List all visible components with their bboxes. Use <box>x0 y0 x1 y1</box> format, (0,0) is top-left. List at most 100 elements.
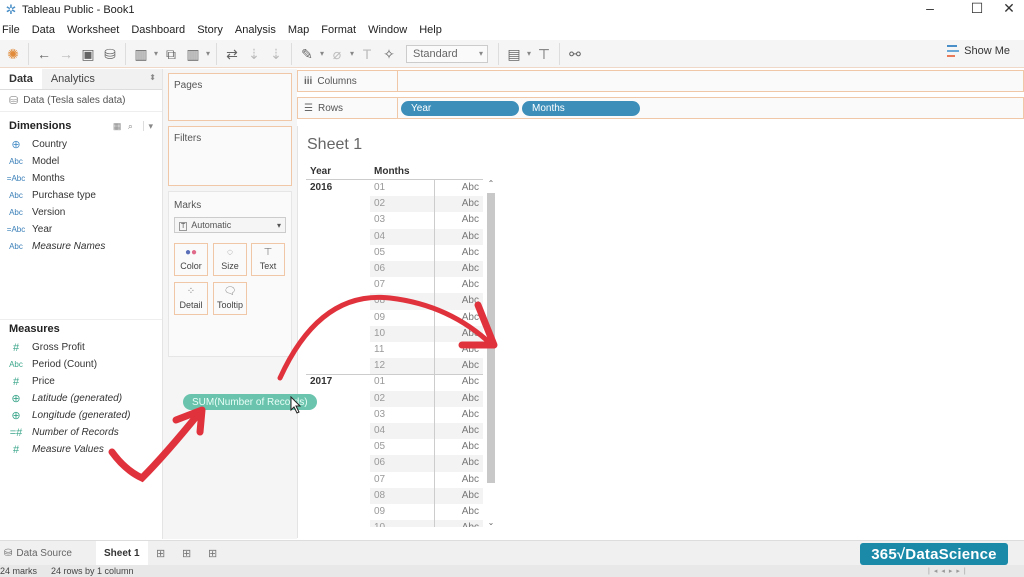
value-cell[interactable]: Abc <box>434 520 483 527</box>
year-column-header[interactable]: Year <box>310 166 331 177</box>
table-row[interactable]: 06 Abc <box>306 455 483 472</box>
value-cell[interactable]: Abc <box>434 277 483 294</box>
year-cell[interactable]: 2017 <box>310 376 332 387</box>
group-dropdown-icon[interactable]: ▾ <box>348 49 356 58</box>
value-cell[interactable]: Abc <box>434 261 483 278</box>
month-cell[interactable]: 08 <box>370 487 434 504</box>
menu-window[interactable]: Window <box>366 24 407 36</box>
month-cell[interactable]: 06 <box>370 261 434 278</box>
value-cell[interactable]: Abc <box>434 212 483 229</box>
value-cell[interactable]: Abc <box>434 504 483 521</box>
value-cell[interactable]: Abc <box>434 196 483 213</box>
scrollbar-thumb[interactable] <box>487 193 495 483</box>
minimize-button[interactable]: – <box>915 0 945 19</box>
menu-map[interactable]: Map <box>286 24 309 36</box>
sheet1-tab[interactable]: Sheet 1 <box>96 540 148 566</box>
tableau-home-icon[interactable]: ✺ <box>2 43 24 65</box>
table-row[interactable]: 04 Abc <box>306 228 483 245</box>
value-cell[interactable]: Abc <box>434 374 483 391</box>
field-number-of-records[interactable]: =# Number of Records <box>0 424 162 441</box>
table-row[interactable]: 05 Abc <box>306 439 483 456</box>
table-row[interactable]: 07 Abc <box>306 471 483 488</box>
vertical-scrollbar[interactable]: ⌃ ⌄ <box>485 179 497 527</box>
text-button[interactable]: ⊤ Text <box>251 243 285 276</box>
month-cell[interactable]: 10 <box>370 325 434 342</box>
collapse-pane-icon[interactable]: ⬍ <box>149 73 156 82</box>
data-source-tab[interactable]: ⛁ Data Source <box>0 548 96 559</box>
show-cards-dropdown-icon[interactable]: ▾ <box>525 49 533 58</box>
maximize-button[interactable]: ☐ <box>962 0 992 19</box>
field-longitude[interactable]: ⊕ Longitude (generated) <box>0 407 162 424</box>
month-cell[interactable]: 12 <box>370 358 434 375</box>
table-row[interactable]: 03 Abc <box>306 406 483 423</box>
field-gross-profit[interactable]: # Gross Profit <box>0 339 162 356</box>
table-row[interactable]: 07 Abc <box>306 277 483 294</box>
table-row[interactable]: 09 Abc <box>306 504 483 521</box>
value-cell[interactable]: Abc <box>434 325 483 342</box>
table-row[interactable]: 08 Abc <box>306 487 483 504</box>
field-model[interactable]: Abc Model <box>0 153 162 170</box>
month-cell[interactable]: 05 <box>370 439 434 455</box>
table-row[interactable]: 11 Abc <box>306 342 483 359</box>
field-months[interactable]: =Abc Months <box>0 170 162 187</box>
show-cards-icon[interactable]: ▤ <box>503 43 525 65</box>
new-story-icon[interactable]: ⊞ <box>200 547 226 560</box>
color-button[interactable]: ●● Color <box>174 243 208 276</box>
table-row[interactable]: 06 Abc <box>306 261 483 278</box>
scroll-down-icon[interactable]: ⌄ <box>485 518 497 527</box>
field-purchase-type[interactable]: Abc Purchase type <box>0 187 162 204</box>
sort-descending-icon[interactable]: ⇣ <box>265 43 287 65</box>
table-row[interactable]: 08 Abc <box>306 293 483 310</box>
month-cell[interactable]: 11 <box>370 342 434 358</box>
highlight-dropdown-icon[interactable]: ▾ <box>318 49 326 58</box>
table-row[interactable]: 12 Abc <box>306 358 483 375</box>
month-cell[interactable]: 05 <box>370 245 434 261</box>
clear-sheet-icon[interactable]: ▥ <box>182 43 204 65</box>
tooltip-button[interactable]: 🗨 Tooltip <box>213 282 247 315</box>
month-cell[interactable]: 02 <box>370 390 434 407</box>
month-cell[interactable]: 08 <box>370 293 434 310</box>
show-me-button[interactable]: Show Me <box>947 45 1010 57</box>
month-cell[interactable]: 01 <box>370 374 434 390</box>
mark-type-select[interactable]: T Automatic ▾ <box>174 217 286 233</box>
month-cell[interactable]: 06 <box>370 455 434 472</box>
swap-rows-columns-icon[interactable]: ⇄ <box>221 43 243 65</box>
new-datasource-icon[interactable]: ⛁ <box>99 43 121 65</box>
table-row[interactable]: 02 Abc <box>306 390 483 407</box>
dimensions-menu-icon[interactable]: ▾ <box>143 120 153 131</box>
show-mark-labels-icon[interactable]: T <box>356 43 378 65</box>
search-icon[interactable]: ⌕ <box>128 121 133 131</box>
year-cell[interactable]: 2016 <box>310 182 332 193</box>
rows-shelf[interactable]: ☰ Rows Year Months <box>297 97 1024 119</box>
months-column-header[interactable]: Months <box>374 166 410 177</box>
sort-ascending-icon[interactable]: ⇣ <box>243 43 265 65</box>
fit-select[interactable]: Standard ▾ <box>406 44 488 63</box>
columns-shelf[interactable]: iii Columns <box>297 70 1024 92</box>
presentation-mode-icon[interactable]: ⊤ <box>533 43 555 65</box>
menu-story[interactable]: Story <box>195 24 223 36</box>
month-cell[interactable]: 01 <box>370 180 434 196</box>
view-data-icon[interactable]: ▦ <box>113 121 122 131</box>
menu-dashboard[interactable]: Dashboard <box>129 24 185 36</box>
new-dashboard-icon[interactable]: ⊞ <box>174 547 200 560</box>
field-measure-names[interactable]: Abc Measure Names <box>0 238 162 255</box>
new-worksheet-icon[interactable]: ▥ <box>130 43 152 65</box>
value-cell[interactable]: Abc <box>434 342 483 359</box>
menu-format[interactable]: Format <box>319 24 356 36</box>
clear-sheet-dropdown-icon[interactable]: ▾ <box>204 49 212 58</box>
sheet-navigation-icons[interactable]: |◂◂▸▸| <box>928 567 970 575</box>
table-row[interactable]: 10Abc <box>306 325 483 342</box>
table-row[interactable]: 03 Abc <box>306 212 483 229</box>
table-row[interactable]: 04 Abc <box>306 423 483 440</box>
value-cell[interactable]: Abc <box>434 293 483 310</box>
field-country[interactable]: ⊕ Country <box>0 136 162 153</box>
value-cell[interactable]: Abc <box>434 244 483 261</box>
table-row[interactable]: 2016 01 Abc <box>306 180 483 197</box>
scroll-up-icon[interactable]: ⌃ <box>485 179 497 188</box>
save-icon[interactable]: ▣ <box>77 43 99 65</box>
value-cell[interactable]: Abc <box>434 423 483 440</box>
month-cell[interactable]: 03 <box>370 212 434 228</box>
menu-data[interactable]: Data <box>30 24 55 36</box>
value-cell[interactable]: Abc <box>434 228 483 245</box>
datasource-item[interactable]: ⛁ Data (Tesla sales data) <box>0 90 162 112</box>
